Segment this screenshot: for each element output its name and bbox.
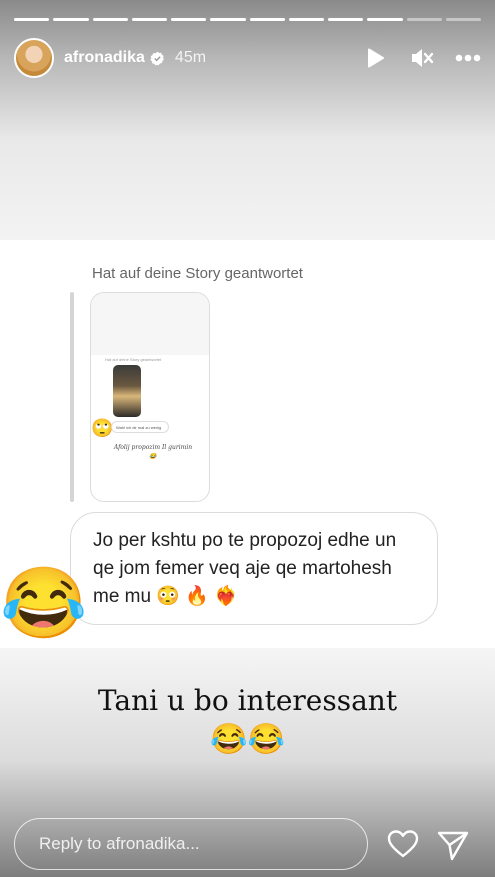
laughing-emoji-sticker: 😂 (0, 564, 88, 642)
dm-screenshot: Hat auf deine Story geantwortet Hat auf … (0, 240, 495, 648)
reply-quote-line (70, 292, 74, 502)
story-header: afronadika 45m (14, 38, 481, 78)
avatar[interactable] (14, 38, 54, 78)
message-bubble: Jo per kshtu po te propozoj edhe un qe j… (70, 512, 438, 625)
mute-icon[interactable] (409, 45, 435, 71)
post-time: 45m (174, 49, 207, 66)
verified-badge-icon (150, 51, 164, 65)
more-icon[interactable] (455, 45, 481, 71)
progress-segment (171, 18, 207, 21)
thumbnail-replied-label: Hat auf deine Story geantwortet (105, 357, 162, 362)
play-icon[interactable] (363, 45, 389, 71)
progress-segment (445, 18, 481, 21)
progress-segment (210, 18, 246, 21)
progress-segment (92, 18, 128, 21)
reply-placeholder: Reply to afronadika... (39, 834, 200, 853)
story-thumbnail: Hat auf deine Story geantwortet 🙄 Wahl i… (90, 292, 210, 502)
replied-to-story-label: Hat auf deine Story geantwortet (92, 265, 303, 282)
progress-segment (406, 18, 442, 21)
thumbnail-handwritten-text: Afolij propozim Il gurimin 😂 (113, 444, 193, 460)
thumbnail-message-bubble: Wahl ich dir mal zu wenig (111, 421, 169, 433)
progress-segment (14, 18, 50, 21)
caption-emoji: 😂😂 (210, 723, 285, 756)
username[interactable]: afronadika (64, 49, 145, 67)
progress-segment (328, 18, 364, 21)
thumbnail-photo (113, 365, 141, 417)
story-caption: Tani u bo interessant (97, 684, 398, 717)
heart-icon[interactable] (386, 827, 420, 861)
story-progress-bar (14, 18, 481, 21)
thumbnail-eyeroll-emoji: 🙄 (91, 418, 114, 438)
progress-segment (249, 18, 285, 21)
progress-segment (131, 18, 167, 21)
progress-segment (367, 18, 403, 21)
progress-segment (53, 18, 89, 21)
progress-segment (288, 18, 324, 21)
reply-input[interactable]: Reply to afronadika... (14, 818, 368, 870)
send-icon[interactable] (436, 828, 470, 862)
thumbnail-header (91, 293, 209, 355)
story-viewer: afronadika 45m Hat auf deine Story geant… (0, 0, 495, 877)
